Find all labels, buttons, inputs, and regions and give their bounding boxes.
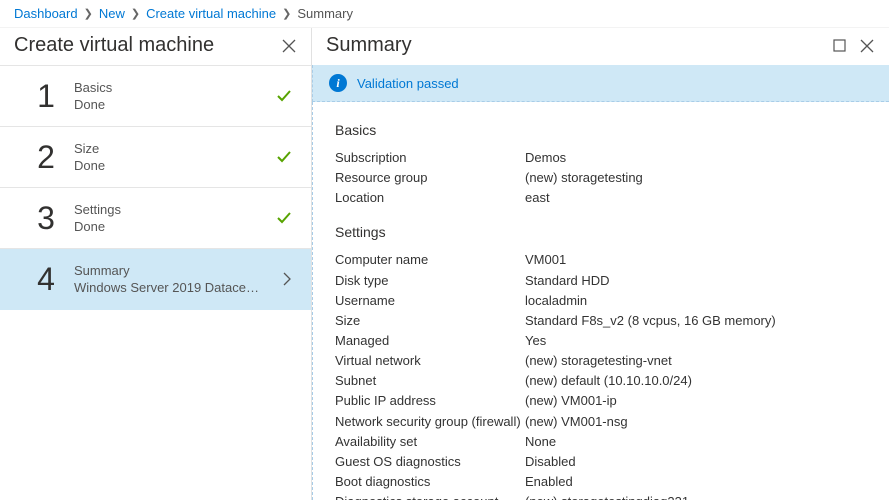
summary-title: Summary	[326, 34, 412, 57]
summary-row: Availability setNone	[335, 432, 867, 452]
breadcrumb-current: Summary	[297, 6, 353, 21]
wizard-panel: Create virtual machine 1 Basics Done 2	[0, 28, 312, 500]
step-subtitle: Done	[74, 219, 264, 234]
summary-key: Guest OS diagnostics	[335, 452, 525, 472]
summary-value: (new) VM001-nsg	[525, 412, 628, 432]
summary-key: Computer name	[335, 250, 525, 270]
summary-value: Yes	[525, 331, 546, 351]
wizard-step-summary[interactable]: 4 Summary Windows Server 2019 Datacent..…	[0, 249, 311, 310]
summary-row: SizeStandard F8s_v2 (8 vcpus, 16 GB memo…	[335, 311, 867, 331]
summary-row: Virtual network(new) storagetesting-vnet	[335, 351, 867, 371]
summary-key: Diagnostics storage account	[335, 492, 525, 500]
summary-key: Subscription	[335, 148, 525, 168]
summary-row: ManagedYes	[335, 331, 867, 351]
step-subtitle: Windows Server 2019 Datacent...	[74, 280, 264, 295]
summary-row: SubscriptionDemos	[335, 148, 867, 168]
summary-key: Network security group (firewall)	[335, 412, 525, 432]
breadcrumb-link[interactable]: Create virtual machine	[146, 6, 276, 21]
summary-panel: Summary i Validation passed Basics Subsc…	[312, 28, 889, 500]
summary-row: Guest OS diagnosticsDisabled	[335, 452, 867, 472]
chevron-right-icon	[281, 272, 293, 286]
step-title: Size	[74, 141, 275, 156]
summary-value: (new) VM001-ip	[525, 391, 617, 411]
summary-value: Disabled	[525, 452, 576, 472]
step-subtitle: Done	[74, 97, 264, 112]
step-number: 2	[30, 141, 62, 173]
wizard-header: Create virtual machine	[0, 28, 311, 65]
step-number: 3	[30, 202, 62, 234]
info-icon: i	[329, 74, 347, 92]
wizard-step-basics[interactable]: 1 Basics Done	[0, 66, 311, 127]
maximize-icon[interactable]	[831, 38, 847, 54]
summary-row: Usernamelocaladmin	[335, 291, 867, 311]
summary-key: Boot diagnostics	[335, 472, 525, 492]
summary-row: Disk typeStandard HDD	[335, 271, 867, 291]
summary-row: Boot diagnosticsEnabled	[335, 472, 867, 492]
summary-key: Location	[335, 188, 525, 208]
summary-value: (new) storagetesting	[525, 168, 643, 188]
close-icon[interactable]	[859, 38, 875, 54]
check-icon	[275, 87, 293, 105]
validation-text: Validation passed	[357, 76, 459, 91]
summary-value: Demos	[525, 148, 566, 168]
summary-value: east	[525, 188, 550, 208]
summary-value: Enabled	[525, 472, 573, 492]
summary-key: Resource group	[335, 168, 525, 188]
close-icon[interactable]	[281, 38, 297, 54]
summary-value: localadmin	[525, 291, 587, 311]
summary-key: Virtual network	[335, 351, 525, 371]
summary-key: Availability set	[335, 432, 525, 452]
summary-row: Public IP address(new) VM001-ip	[335, 391, 867, 411]
chevron-right-icon: ❯	[131, 7, 140, 20]
summary-row: Network security group (firewall)(new) V…	[335, 412, 867, 432]
section-title-basics: Basics	[335, 122, 867, 138]
summary-row: Computer nameVM001	[335, 250, 867, 270]
step-title: Settings	[74, 202, 275, 217]
summary-key: Managed	[335, 331, 525, 351]
chevron-right-icon: ❯	[84, 7, 93, 20]
wizard-steps: 1 Basics Done 2 Size Done	[0, 65, 311, 500]
summary-value: Standard HDD	[525, 271, 610, 291]
summary-key: Public IP address	[335, 391, 525, 411]
summary-value: VM001	[525, 250, 566, 270]
summary-body: Basics SubscriptionDemosResource group(n…	[312, 102, 889, 500]
step-title: Basics	[74, 80, 275, 95]
breadcrumb-link[interactable]: New	[99, 6, 125, 21]
step-subtitle: Done	[74, 158, 264, 173]
summary-key: Subnet	[335, 371, 525, 391]
step-title: Summary	[74, 263, 281, 278]
summary-value: (new) storagetestingdiag231	[525, 492, 689, 500]
summary-key: Size	[335, 311, 525, 331]
section-title-settings: Settings	[335, 224, 867, 240]
summary-row: Subnet(new) default (10.10.10.0/24)	[335, 371, 867, 391]
breadcrumb-link[interactable]: Dashboard	[14, 6, 78, 21]
chevron-right-icon: ❯	[282, 7, 291, 20]
summary-key: Disk type	[335, 271, 525, 291]
check-icon	[275, 209, 293, 227]
summary-key: Username	[335, 291, 525, 311]
wizard-step-settings[interactable]: 3 Settings Done	[0, 188, 311, 249]
breadcrumb: Dashboard ❯ New ❯ Create virtual machine…	[0, 0, 889, 28]
validation-bar: i Validation passed	[312, 65, 889, 102]
summary-value: None	[525, 432, 556, 452]
wizard-step-size[interactable]: 2 Size Done	[0, 127, 311, 188]
summary-row: Diagnostics storage account(new) storage…	[335, 492, 867, 500]
step-number: 1	[30, 80, 62, 112]
check-icon	[275, 148, 293, 166]
step-number: 4	[30, 263, 62, 295]
summary-row: Resource group(new) storagetesting	[335, 168, 867, 188]
summary-value: (new) storagetesting-vnet	[525, 351, 672, 371]
summary-value: Standard F8s_v2 (8 vcpus, 16 GB memory)	[525, 311, 776, 331]
summary-value: (new) default (10.10.10.0/24)	[525, 371, 692, 391]
wizard-title: Create virtual machine	[14, 34, 214, 57]
summary-row: Locationeast	[335, 188, 867, 208]
summary-header: Summary	[312, 28, 889, 65]
